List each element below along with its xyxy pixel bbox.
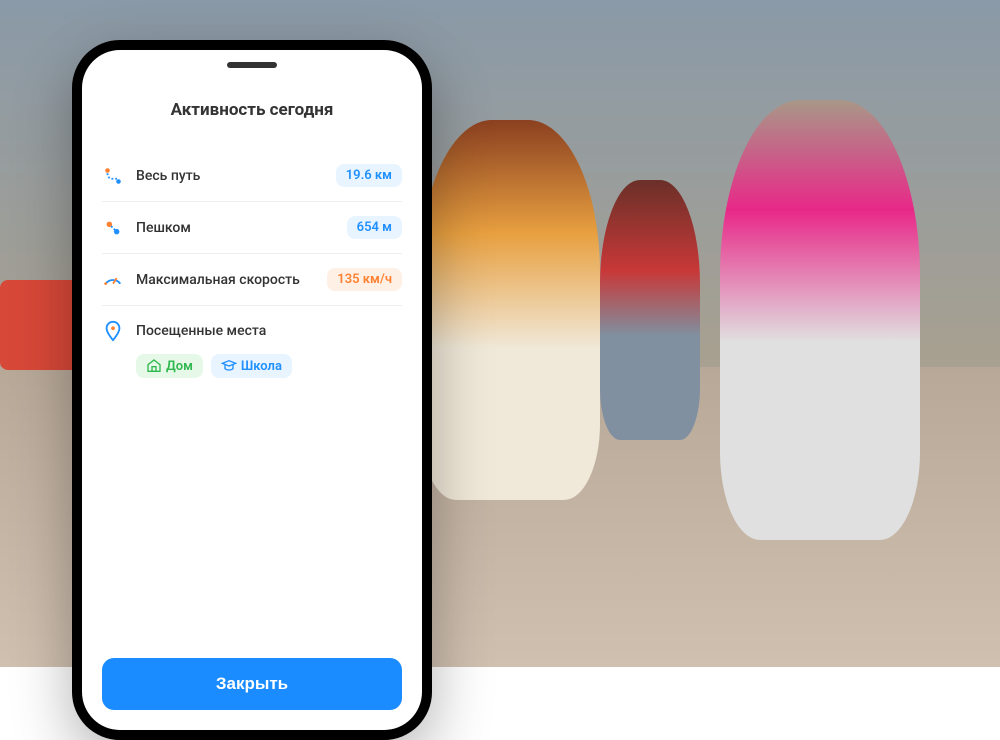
activity-stats-list: Весь путь 19.6 км Пешком 654 м	[102, 150, 402, 658]
phone-screen: Активность сегодня Весь путь 19.6 км	[82, 50, 422, 730]
stat-value: 654 м	[347, 216, 402, 239]
speedometer-icon	[102, 269, 124, 291]
location-pin-icon	[102, 320, 124, 342]
stat-value: 135 км/ч	[327, 268, 402, 291]
stat-label: Максимальная скорость	[136, 272, 315, 288]
place-tag-school[interactable]: Школа	[211, 354, 292, 378]
stat-label: Весь путь	[136, 168, 324, 184]
stat-row-max-speed[interactable]: Максимальная скорость 135 км/ч	[102, 254, 402, 306]
stat-value: 19.6 км	[336, 164, 402, 187]
stat-label: Пешком	[136, 220, 335, 236]
walk-icon	[102, 217, 124, 239]
stat-row-total-distance[interactable]: Весь путь 19.6 км	[102, 150, 402, 202]
school-icon	[221, 358, 237, 374]
route-icon	[102, 165, 124, 187]
page-title: Активность сегодня	[102, 100, 402, 120]
place-tag-home[interactable]: Дом	[136, 354, 203, 378]
places-label: Посещенные места	[136, 323, 402, 339]
phone-mockup-frame: Активность сегодня Весь путь 19.6 км	[72, 40, 432, 740]
home-icon	[146, 358, 162, 374]
phone-notch	[227, 62, 277, 68]
place-tag-label: Школа	[241, 359, 282, 374]
close-button[interactable]: Закрыть	[102, 658, 402, 710]
stat-row-walking[interactable]: Пешком 654 м	[102, 202, 402, 254]
places-tags: Дом Школа	[102, 354, 292, 378]
place-tag-label: Дом	[166, 359, 193, 374]
places-visited-section: Посещенные места Дом	[102, 306, 402, 392]
